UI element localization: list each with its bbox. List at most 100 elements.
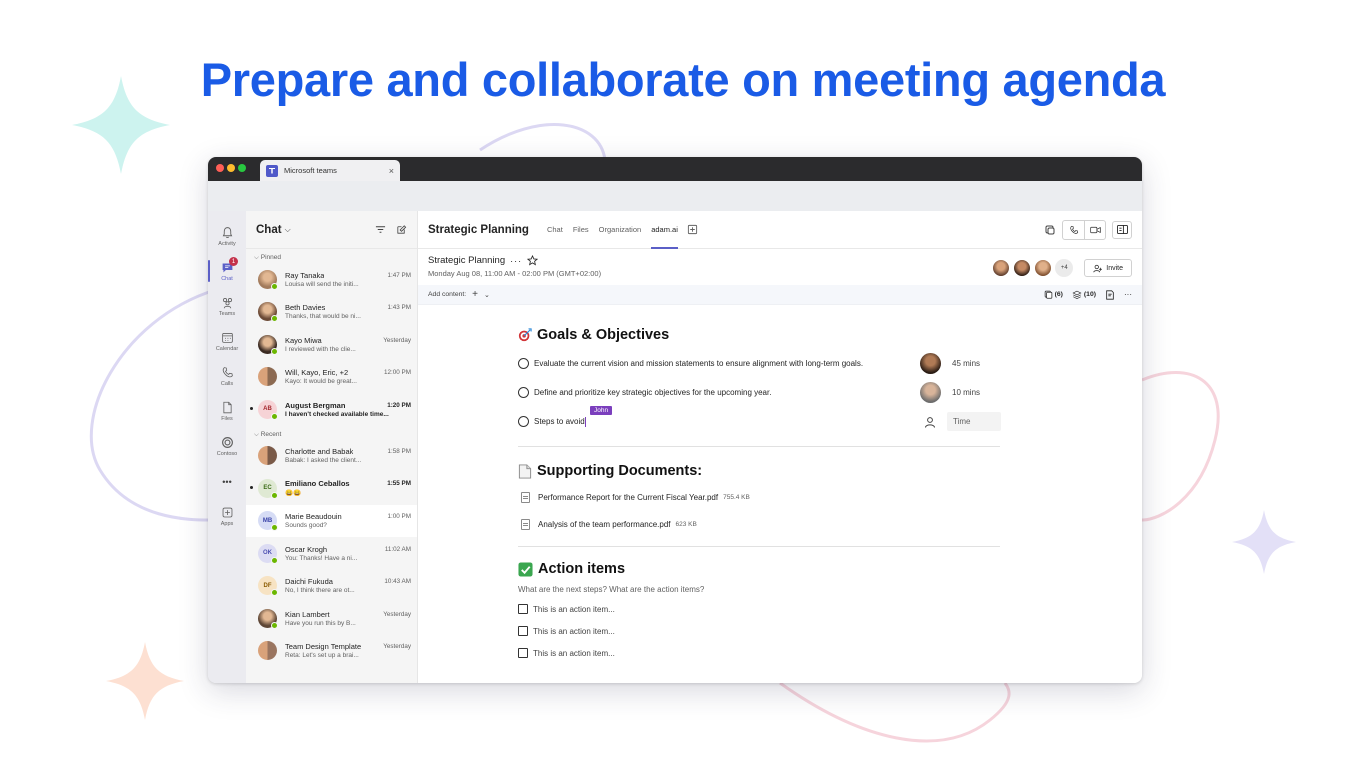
chevron-down-icon[interactable]: ⌵ — [285, 225, 291, 235]
notes-counter[interactable]: (6) — [1044, 290, 1063, 299]
add-content-button[interactable]: + — [472, 289, 478, 300]
action-checkbox[interactable] — [518, 648, 528, 658]
star-icon[interactable] — [527, 255, 539, 266]
chat-list-item[interactable]: OK Oscar Krogh 11:02 AM You: Thanks! Have a… — [246, 537, 417, 570]
goal-text[interactable]: Define and prioritize key strategic obje… — [534, 388, 771, 397]
agenda-toolbar: Add content: + ⌄ (6) (10) ··· — [418, 285, 1142, 305]
rail-item-activity[interactable]: Activity — [208, 219, 246, 254]
maximize-window-button[interactable] — [238, 164, 246, 172]
meeting-pane: Strategic Planning Chat Files Organization… — [418, 211, 1142, 683]
time-input[interactable]: Time — [947, 412, 1001, 431]
action-checkbox[interactable] — [518, 626, 528, 636]
chat-item-top: Beth Davies 1:43 PM — [285, 303, 411, 312]
avatar[interactable] — [258, 269, 278, 290]
avatar[interactable] — [258, 367, 277, 387]
goal-radio[interactable] — [518, 387, 529, 398]
rail-item-calls[interactable]: Calls — [208, 359, 246, 394]
chat-list-title[interactable]: Chat — [256, 224, 282, 236]
chevron-down-icon[interactable]: ⌄ — [484, 291, 490, 299]
avatar[interactable]: EC — [258, 478, 278, 499]
action-item: This is an action item... — [518, 642, 1000, 664]
goal-text[interactable]: Steps to avoid — [534, 416, 586, 427]
avatar[interactable]: MB — [258, 511, 278, 532]
browser-tab[interactable]: Microsoft teams × — [260, 160, 400, 181]
attendee-avatar[interactable] — [1034, 259, 1053, 277]
rail-item-more[interactable]: ••• — [208, 464, 246, 499]
tab-adam-ai[interactable]: adam.ai — [651, 211, 678, 249]
rail-item-files[interactable]: Files — [208, 394, 246, 429]
more-options-icon[interactable]: ··· — [510, 256, 522, 266]
close-window-button[interactable] — [216, 164, 224, 172]
rail-item-chat[interactable]: 1 Chat — [208, 254, 246, 289]
chat-preview: Louisa will send the initi... — [285, 280, 359, 288]
copilot-icon[interactable] — [1044, 224, 1056, 236]
more-attendees-badge[interactable]: +4 — [1055, 259, 1074, 277]
avatar[interactable] — [258, 608, 278, 629]
pinned-chat-list: Ray Tanaka 1:47 PM Louisa will send the in… — [246, 263, 417, 426]
action-text[interactable]: This is an action item... — [533, 605, 615, 614]
chat-list-item[interactable]: AB August Bergman 1:20 PM I haven't checked… — [246, 393, 417, 426]
goal-duration[interactable]: 45 mins — [952, 359, 980, 368]
chat-list-item[interactable]: Beth Davies 1:43 PM Thanks, that would be … — [246, 296, 417, 329]
chat-list-item[interactable]: Ray Tanaka 1:47 PM Louisa will send the in… — [246, 263, 417, 296]
avatar[interactable]: AB — [258, 399, 278, 420]
audio-call-button[interactable] — [1063, 221, 1084, 239]
tab-chat[interactable]: Chat — [547, 211, 563, 249]
apps-icon — [222, 507, 232, 518]
pinned-section-label[interactable]: ⌵ Pinned — [246, 249, 417, 263]
rail-item-apps[interactable]: Apps — [208, 499, 246, 534]
panel-icon — [1116, 225, 1128, 234]
action-text[interactable]: This is an action item... — [533, 627, 615, 636]
minimize-window-button[interactable] — [227, 164, 235, 172]
tab-files[interactable]: Files — [573, 211, 589, 249]
chat-time: 1:58 PM — [387, 448, 411, 456]
address-bar-area — [208, 181, 1142, 211]
chat-list-item[interactable]: DF Daichi Fukuda 10:43 AM No, I think there… — [246, 570, 417, 603]
layers-counter[interactable]: (10) — [1072, 290, 1096, 299]
presenter-avatar[interactable] — [920, 382, 941, 403]
avatar[interactable] — [258, 641, 277, 661]
new-chat-icon[interactable] — [396, 224, 407, 235]
avatar[interactable] — [258, 334, 278, 355]
attached-file[interactable]: Analysis of the team performance.pdf 623… — [518, 511, 1000, 538]
recent-section-label[interactable]: ⌵ Recent — [246, 426, 417, 440]
attendee-avatar[interactable] — [992, 259, 1011, 277]
avatar[interactable] — [258, 446, 277, 466]
rail-item-contoso[interactable]: Contoso — [208, 429, 246, 464]
tab-close-icon[interactable]: × — [389, 166, 394, 176]
attendee-avatar[interactable] — [1013, 259, 1032, 277]
tab-organization[interactable]: Organization — [599, 211, 642, 249]
more-options-icon[interactable]: ··· — [1124, 290, 1132, 299]
chat-list-item[interactable]: MB Marie Beaudouin 1:00 PM Sounds good? — [246, 504, 417, 537]
add-tab-icon[interactable] — [687, 224, 698, 235]
chat-list-item[interactable]: EC Emiliano Ceballos 1:55 PM 😄😄 — [246, 472, 417, 505]
attached-file[interactable]: Performance Report for the Current Fisca… — [518, 484, 1000, 511]
rail-item-teams[interactable]: Teams — [208, 289, 246, 324]
chat-list-item[interactable]: Charlotte and Babak 1:58 PM Babak: I asked… — [246, 440, 417, 473]
rail-item-calendar[interactable]: Calendar — [208, 324, 246, 359]
avatar[interactable] — [258, 302, 278, 323]
chat-list-item[interactable]: Kian Lambert Yesterday Have you run this b… — [246, 602, 417, 635]
rail-label: Files — [221, 416, 233, 422]
goal-text[interactable]: Evaluate the current vision and mission … — [534, 359, 863, 368]
presenter-avatar[interactable] — [920, 353, 941, 374]
action-checkbox[interactable] — [518, 604, 528, 614]
side-panel-button[interactable] — [1112, 220, 1132, 239]
chat-list-item[interactable]: Kayo Miwa Yesterday I reviewed with the cl… — [246, 328, 417, 361]
goal-duration[interactable]: 10 mins — [952, 388, 980, 397]
avatar[interactable]: DF — [258, 576, 278, 597]
person-icon[interactable] — [924, 416, 936, 428]
chat-time: 10:43 AM — [384, 578, 411, 586]
filter-icon[interactable] — [375, 224, 386, 235]
chat-list-item[interactable]: Will, Kayo, Eric, +2 12:00 PM Kayo: It wou… — [246, 361, 417, 394]
avatar[interactable]: OK — [258, 543, 278, 564]
goal-radio[interactable] — [518, 416, 529, 427]
action-text[interactable]: This is an action item... — [533, 649, 615, 658]
video-call-button[interactable] — [1084, 220, 1105, 239]
chat-preview: Babak: I asked the client... — [285, 457, 362, 465]
invite-button[interactable]: Invite — [1084, 259, 1132, 277]
chat-list-item[interactable]: Team Design Template Yesterday Reta: Let's… — [246, 635, 417, 668]
goal-radio[interactable] — [518, 358, 529, 369]
chat-item-body: Kian Lambert Yesterday Have you run this b… — [285, 610, 411, 627]
document-settings-icon[interactable] — [1105, 289, 1115, 300]
